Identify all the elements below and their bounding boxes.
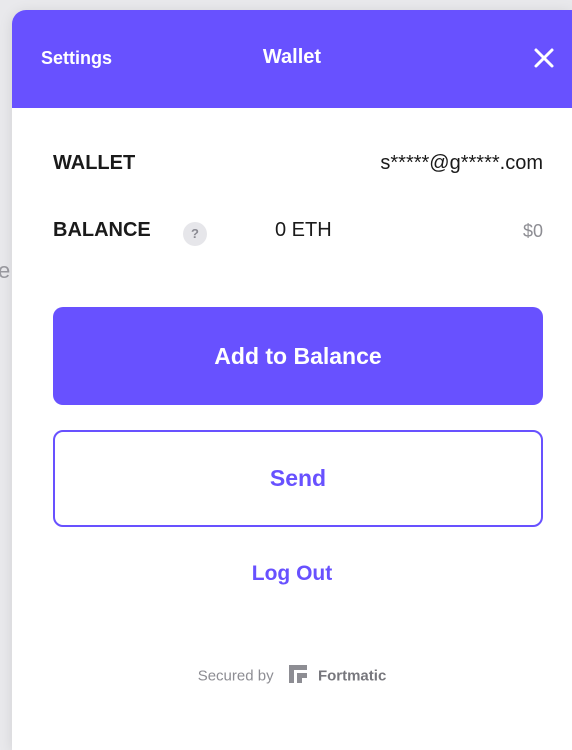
wallet-modal: Settings Wallet WALLET s*****@g*****.com… xyxy=(12,10,572,750)
wallet-email: s*****@g*****.com xyxy=(380,152,543,174)
balance-eth: 0 ETH xyxy=(275,219,332,241)
background-text: e xyxy=(0,258,11,283)
brand-name: Fortmatic xyxy=(317,667,387,685)
wallet-label: WALLET xyxy=(53,152,136,174)
close-icon[interactable] xyxy=(530,44,558,72)
secured-by-footer: Secured by Fortmatic xyxy=(12,664,572,688)
balance-usd: $0 xyxy=(522,221,543,241)
fortmatic-logo-icon xyxy=(288,664,308,688)
wallet-row: WALLET s*****@g*****.com xyxy=(53,152,543,180)
modal-header: Settings Wallet xyxy=(12,10,572,108)
logout-link[interactable]: Log Out xyxy=(12,562,572,586)
help-icon[interactable]: ? xyxy=(183,222,207,246)
modal-title: Wallet xyxy=(262,46,322,68)
secured-by-text: Secured by xyxy=(197,667,274,685)
add-to-balance-button[interactable]: Add to Balance xyxy=(53,307,543,405)
balance-row: BALANCE ? 0 ETH $0 xyxy=(53,219,543,247)
send-button[interactable]: Send xyxy=(53,430,543,527)
balance-label: BALANCE xyxy=(53,219,151,241)
